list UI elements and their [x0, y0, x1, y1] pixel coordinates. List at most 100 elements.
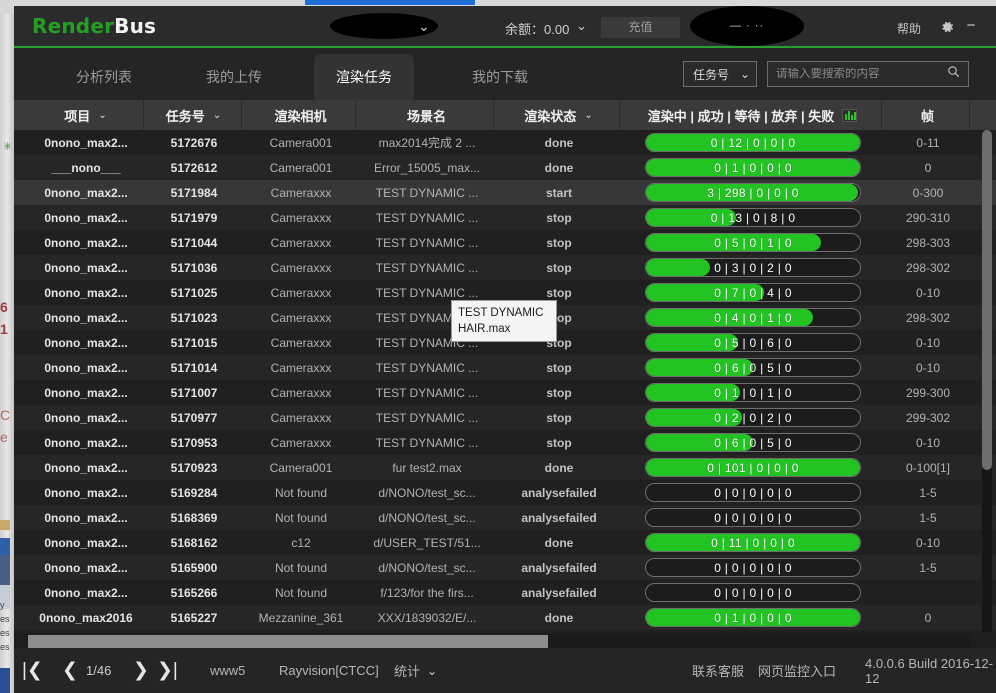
background-swatch-navy	[0, 555, 10, 585]
cell-frame-range: 1-5	[919, 560, 937, 575]
vertical-scrollbar[interactable]	[982, 130, 992, 632]
cell-frame-range: 290-310	[905, 210, 951, 225]
column-header-2[interactable]: 渲染相机	[246, 100, 356, 130]
progress-bar-label: 0 | 11 | 0 | 0 | 0	[711, 535, 795, 550]
logo-render-text: Render	[32, 14, 115, 38]
next-page-icon[interactable]: ❯	[133, 659, 149, 682]
cell-task-id: 5170953	[170, 435, 218, 450]
tab-my-downloads[interactable]: 我的下载	[450, 54, 550, 100]
progress-bar-label: 0 | 6 | 0 | 5 | 0	[714, 435, 792, 450]
help-link[interactable]: 帮助	[897, 20, 921, 37]
column-header-1[interactable]: 任务号 ⌄	[146, 100, 242, 130]
cell-frame-range: 298-303	[905, 235, 951, 250]
chevron-down-icon[interactable]: ⌄	[584, 110, 592, 121]
table-row[interactable]: 0nono_max2016 5165227 Mezzanine_361 XXX/183…	[14, 605, 996, 630]
column-header-0[interactable]: 项目 ⌄	[28, 100, 144, 130]
search-field-select[interactable]: 任务号 ⌄	[683, 61, 757, 87]
cell-render-status: done	[544, 460, 574, 475]
gear-icon[interactable]	[939, 19, 955, 40]
cell-task-id: 5172612	[170, 160, 218, 175]
cell-scene-name: max2014完成 2 ...	[378, 136, 476, 150]
vertical-scrollbar-thumb[interactable]	[982, 130, 992, 470]
table-row[interactable]: 0nono_max2... 5171984 Cameraxxx TEST DYNAMI…	[14, 180, 996, 205]
recharge-button[interactable]: 充值	[601, 17, 680, 38]
column-header-label: 帧	[920, 108, 934, 124]
page-indicator: 1/46	[86, 663, 112, 678]
table-row[interactable]: 0nono_max2... 5171036 Cameraxxx TEST DYNAMI…	[14, 255, 996, 280]
cell-project: 0nono_max2...	[44, 510, 128, 525]
table-row[interactable]: 0nono_max2... 5168162 c12 d/USER_TEST/51...…	[14, 530, 996, 555]
background-star-icon: ✳	[3, 141, 13, 153]
table-row[interactable]: 0nono_max2... 5165266 Not found f/123/for t…	[14, 580, 996, 605]
cell-progress: 0 | 0 | 0 | 0 | 0	[624, 505, 882, 530]
table-row[interactable]: 0nono_max2... 5172676 Camera001 max2014完成 2…	[14, 130, 996, 155]
progress-bar: 0 | 101 | 0 | 0 | 0	[645, 458, 861, 477]
horizontal-scrollbar-thumb[interactable]	[28, 635, 548, 648]
column-header-4[interactable]: 渲染状态 ⌄	[498, 100, 620, 130]
progress-bar-label: 0 | 0 | 0 | 0 | 0	[714, 585, 792, 600]
chevron-down-icon[interactable]: ⌄	[213, 110, 221, 121]
search-input[interactable]	[776, 68, 947, 80]
table-row[interactable]: 0nono_max2... 5171014 Cameraxxx TEST DYNAMI…	[14, 355, 996, 380]
cell-project: 0nono_max2...	[44, 585, 128, 600]
web-monitor-link[interactable]: 网页监控入口	[758, 661, 836, 680]
column-header-3[interactable]: 场景名	[360, 100, 494, 130]
table-row[interactable]: 0nono_max2... 5171044 Cameraxxx TEST DYNAMI…	[14, 230, 996, 255]
cell-render-camera: Cameraxxx	[270, 185, 332, 200]
horizontal-scrollbar[interactable]	[28, 635, 970, 648]
node-label[interactable]: www5	[210, 663, 245, 678]
table-row[interactable]: 0nono_max2... 5171979 Cameraxxx TEST DYNAMI…	[14, 205, 996, 230]
progress-bar: 0 | 1 | 0 | 0 | 0	[645, 608, 861, 627]
progress-bar: 0 | 5 | 0 | 1 | 0	[645, 233, 861, 252]
prev-page-icon[interactable]: ❮	[62, 659, 78, 682]
progress-bar: 0 | 6 | 0 | 5 | 0	[645, 358, 861, 377]
table-row[interactable]: 0nono_max2... 5169284 Not found d/NONO/test…	[14, 480, 996, 505]
chevron-down-icon[interactable]: ⌄	[427, 664, 437, 678]
cell-scene-name: TEST DYNAMIC ...	[375, 235, 479, 250]
cell-render-camera: Camera001	[269, 460, 333, 475]
chevron-down-icon: ⌄	[739, 67, 750, 81]
cell-task-id: 5171014	[170, 360, 218, 375]
table-row[interactable]: 0nono_max2... 5170953 Cameraxxx TEST DYNAMI…	[14, 430, 996, 455]
bar-chart-icon[interactable]	[842, 108, 858, 122]
last-page-icon[interactable]: ❯|	[157, 659, 178, 682]
masked-info-region: — · ··	[690, 6, 804, 46]
cell-progress: 0 | 13 | 0 | 8 | 0	[624, 205, 882, 230]
tab-render-tasks[interactable]: 渲染任务	[314, 54, 414, 100]
cell-render-status: analysefailed	[521, 485, 597, 500]
provider-label[interactable]: Rayvision[CTCC]	[279, 663, 379, 678]
cell-render-camera: Cameraxxx	[270, 335, 332, 350]
progress-bar: 0 | 3 | 0 | 2 | 0	[645, 258, 861, 277]
user-menu-chevron-down-icon[interactable]: ⌄	[418, 18, 430, 35]
column-header-5[interactable]: 渲染中 | 成功 | 等待 | 放弃 | 失败	[624, 100, 882, 130]
cell-render-status: stop	[546, 260, 572, 275]
cell-project: 0nono_max2...	[44, 435, 128, 450]
column-header-6[interactable]: 帧	[886, 100, 970, 130]
table-row[interactable]: 0nono_max2... 5165900 Not found d/NONO/test…	[14, 555, 996, 580]
minimize-icon[interactable]: −	[961, 18, 981, 33]
first-page-icon[interactable]: |❮	[22, 659, 43, 682]
cell-task-id: 5168162	[170, 535, 218, 550]
progress-bar: 0 | 5 | 0 | 6 | 0	[645, 333, 861, 352]
progress-bar: 0 | 0 | 0 | 0 | 0	[645, 558, 861, 577]
contact-support-link[interactable]: 联系客服	[692, 661, 744, 680]
search-box[interactable]	[767, 61, 969, 87]
table-row[interactable]: 0nono_max2... 5168369 Not found d/NONO/test…	[14, 505, 996, 530]
search-icon[interactable]	[947, 65, 960, 83]
cell-frame-range: 0-10	[915, 335, 941, 350]
tab-analysis-list[interactable]: 分析列表	[54, 54, 154, 100]
maximize-icon[interactable]: ▫	[990, 18, 996, 33]
table-row[interactable]: 0nono_max20165165220 Not found XXX/1839032…	[14, 630, 996, 632]
table-row[interactable]: 0nono_max2... 5170977 Cameraxxx TEST DYNAMI…	[14, 405, 996, 430]
tab-my-uploads[interactable]: 我的上传	[184, 54, 284, 100]
cell-render-status: stop	[546, 435, 572, 450]
progress-bar: 0 | 7 | 0 | 4 | 0	[645, 283, 861, 302]
balance-chevron-down-icon[interactable]: ⌄	[576, 18, 587, 34]
chevron-down-icon[interactable]: ⌄	[98, 110, 106, 121]
table-row[interactable]: 0nono_max2... 5170923 Camera001 fur test2.m…	[14, 455, 996, 480]
stats-menu[interactable]: 统计	[394, 661, 420, 680]
table-row[interactable]: ___nono___ 5172612 Camera001 Error_15005_ma…	[14, 155, 996, 180]
cell-render-status: done	[544, 135, 574, 150]
cell-project: 0nono_max2...	[44, 385, 128, 400]
table-row[interactable]: 0nono_max2... 5171007 Cameraxxx TEST DYNAMI…	[14, 380, 996, 405]
